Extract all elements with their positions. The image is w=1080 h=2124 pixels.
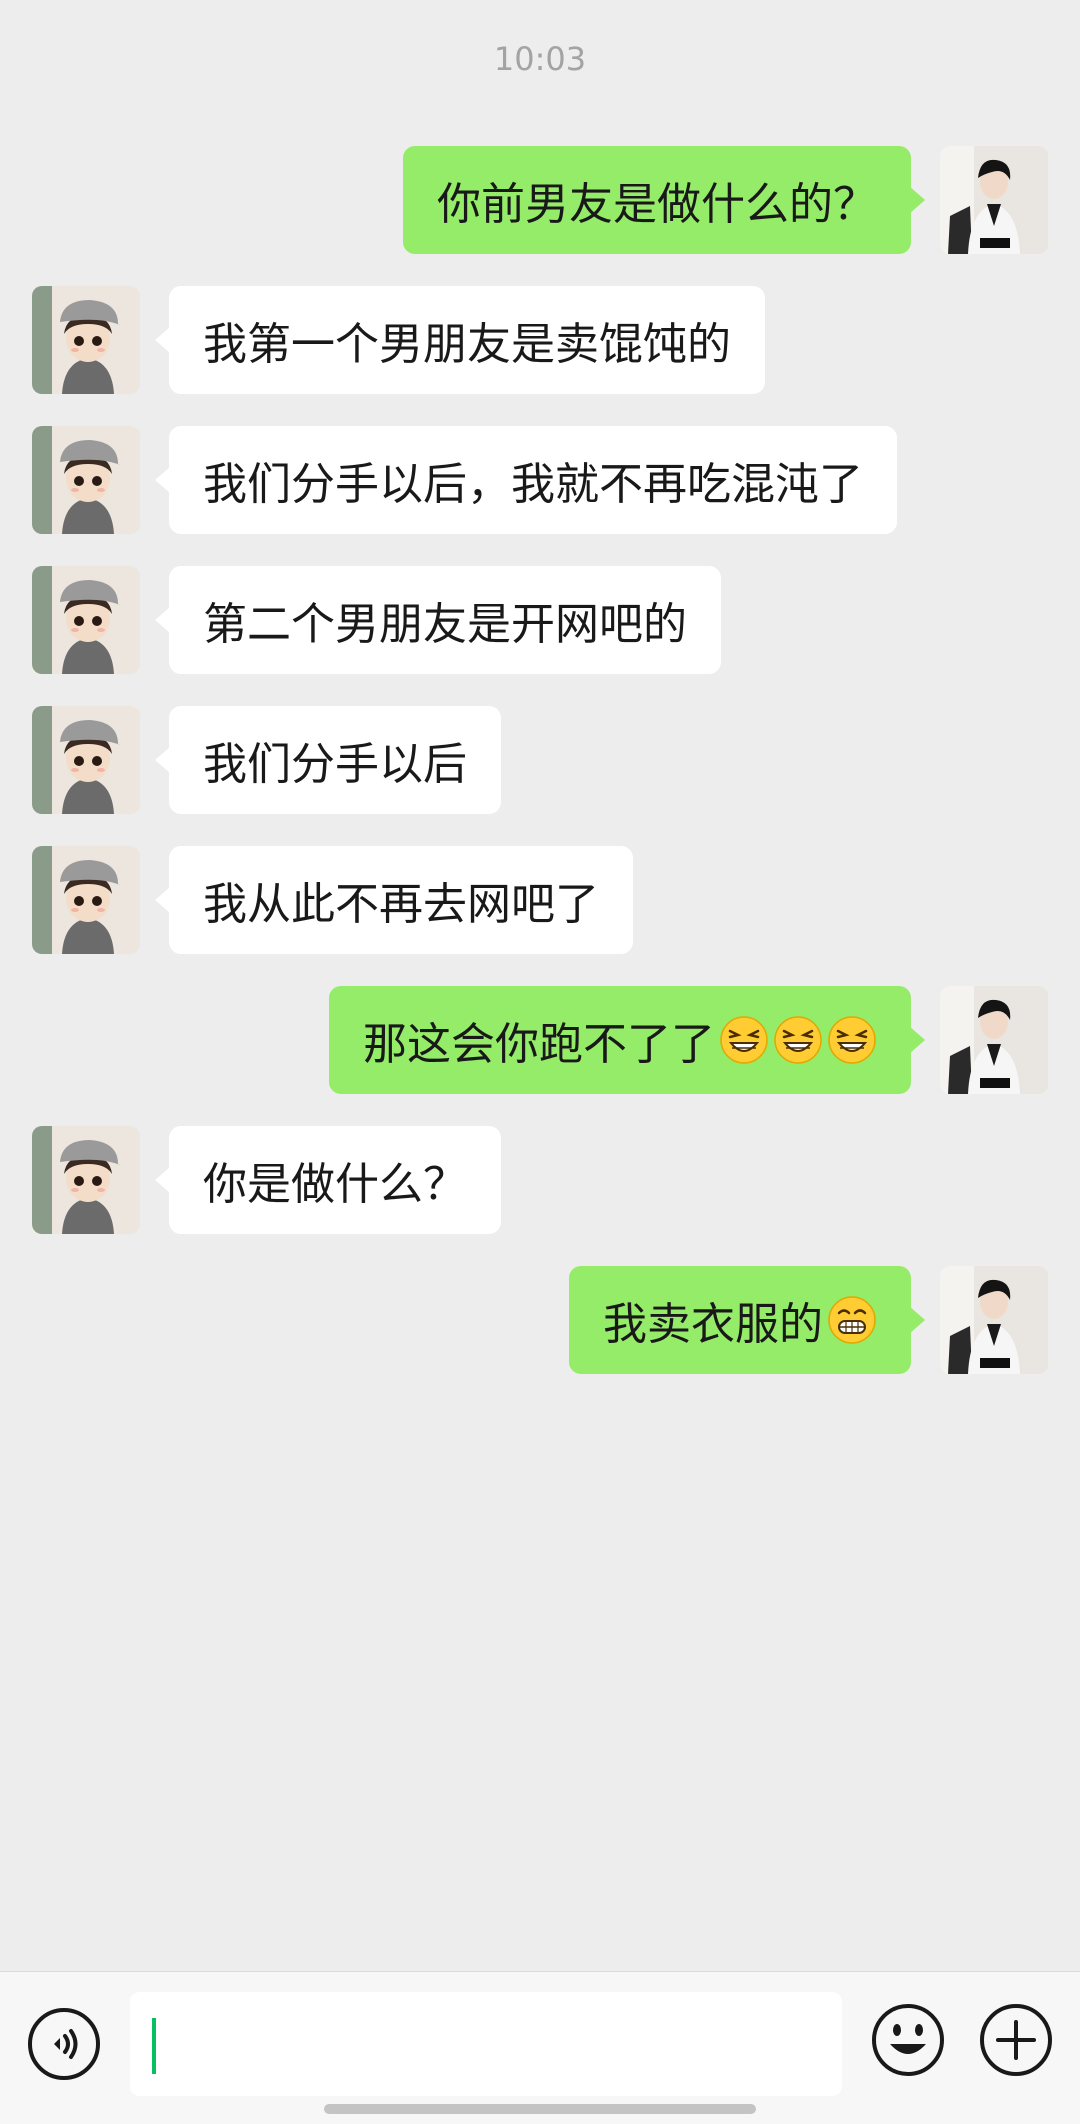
voice-icon <box>54 2029 78 2059</box>
message-text: 我们分手以后，我就不再吃混沌了 <box>203 459 863 510</box>
contact-avatar[interactable] <box>32 286 140 394</box>
my-avatar[interactable] <box>940 986 1048 1094</box>
voice-button[interactable] <box>28 2008 100 2080</box>
contact-avatar[interactable] <box>32 566 140 674</box>
message-bubble-received[interactable]: 我第一个男朋友是卖馄饨的 <box>155 286 765 394</box>
chat-timestamp: 10:03 <box>493 40 587 78</box>
message-row: 第二个男朋友是开网吧的 <box>0 566 1080 676</box>
message-text: 你是做什么？ <box>203 1159 467 1210</box>
message-bubble-received[interactable]: 我从此不再去网吧了 <box>155 846 633 954</box>
grimace-emoji <box>828 1296 876 1344</box>
more-actions-button[interactable] <box>978 2002 1054 2078</box>
message-row: 你前男友是做什么的？ <box>0 146 1080 256</box>
message-text: 我们分手以后 <box>203 739 467 790</box>
contact-avatar[interactable] <box>32 846 140 954</box>
message-text: 我卖衣服的 <box>603 1299 823 1350</box>
message-row: 我第一个男朋友是卖馄饨的 <box>0 286 1080 396</box>
grin-squint-emoji <box>720 1016 768 1064</box>
message-row: 我们分手以后 <box>0 706 1080 816</box>
contact-avatar[interactable] <box>32 426 140 534</box>
message-text: 你前男友是做什么的？ <box>437 179 877 230</box>
my-avatar[interactable] <box>940 1266 1048 1374</box>
message-text: 第二个男朋友是开网吧的 <box>203 599 687 650</box>
message-bubble-received[interactable]: 我们分手以后 <box>155 706 501 814</box>
message-bubble-sent[interactable]: 你前男友是做什么的？ <box>403 146 925 254</box>
chat-input-bar <box>0 1971 1080 2124</box>
message-row: 那这会你跑不了了 <box>0 986 1080 1096</box>
message-text: 我从此不再去网吧了 <box>203 879 599 930</box>
emoji-icon <box>872 2004 944 2076</box>
message-bubble-sent[interactable]: 我卖衣服的 <box>569 1266 925 1374</box>
emoji-button[interactable] <box>870 2002 946 2078</box>
text-caret <box>152 2018 156 2074</box>
message-input[interactable] <box>130 1992 842 2096</box>
message-row: 我从此不再去网吧了 <box>0 846 1080 956</box>
message-row: 你是做什么？ <box>0 1126 1080 1236</box>
message-text: 那这会你跑不了了 <box>363 1019 715 1070</box>
my-avatar[interactable] <box>940 146 1048 254</box>
message-bubble-sent[interactable]: 那这会你跑不了了 <box>329 986 925 1094</box>
message-bubble-received[interactable]: 我们分手以后，我就不再吃混沌了 <box>155 426 897 534</box>
message-text: 我第一个男朋友是卖馄饨的 <box>203 319 731 370</box>
plus-icon <box>980 2004 1052 2076</box>
grin-squint-emoji <box>774 1016 822 1064</box>
home-indicator[interactable] <box>324 2104 756 2114</box>
message-bubble-received[interactable]: 第二个男朋友是开网吧的 <box>155 566 721 674</box>
message-row: 我们分手以后，我就不再吃混沌了 <box>0 426 1080 536</box>
grin-squint-emoji <box>828 1016 876 1064</box>
contact-avatar[interactable] <box>32 1126 140 1234</box>
message-bubble-received[interactable]: 你是做什么？ <box>155 1126 501 1234</box>
contact-avatar[interactable] <box>32 706 140 814</box>
message-row: 我卖衣服的 <box>0 1266 1080 1376</box>
